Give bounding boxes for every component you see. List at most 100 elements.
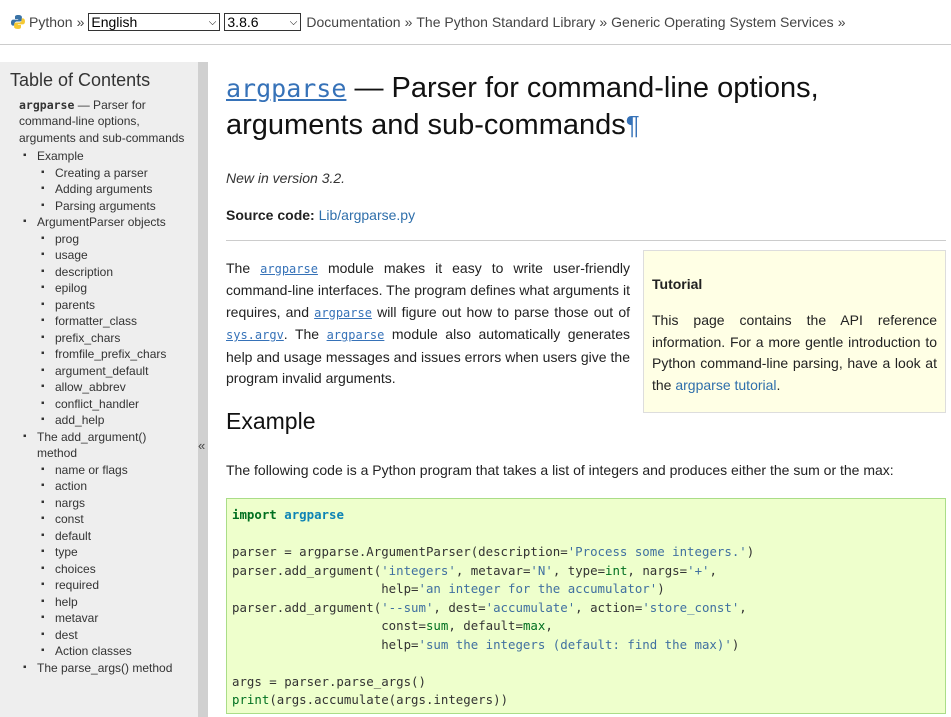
title-module-link[interactable]: argparse: [226, 74, 346, 103]
toc-subitem: epilog: [37, 280, 186, 297]
code-line: parser.add_argument('integers', metavar=…: [232, 562, 717, 578]
toc-link[interactable]: Action classes: [55, 644, 132, 658]
source-code-line: Source code: Lib/argparse.py: [226, 207, 415, 223]
toc-link[interactable]: Adding arguments: [55, 182, 152, 196]
toc-link[interactable]: name or flags: [55, 463, 128, 477]
argparse-ref-link[interactable]: argparse: [260, 262, 318, 276]
sidebar-collapse-button[interactable]: «: [198, 62, 208, 717]
version-note: New in version 3.2.: [226, 170, 346, 186]
toc-link[interactable]: usage: [55, 248, 88, 262]
code-line: args = parser.parse_args(): [232, 673, 426, 689]
toc-link[interactable]: Parsing arguments: [55, 199, 156, 213]
toc-link[interactable]: prog: [55, 232, 79, 246]
toc-link[interactable]: required: [55, 578, 99, 592]
language-select[interactable]: English ⌵: [88, 13, 221, 31]
toc-link[interactable]: dest: [55, 628, 78, 642]
intro-text: will figure out how to parse those out o…: [371, 303, 630, 320]
toc-link[interactable]: parents: [55, 298, 95, 312]
toc-subitem: prefix_chars: [37, 330, 186, 347]
toc-section: The parse_args() method: [10, 660, 186, 677]
page-title: argparse — Parser for command-line optio…: [226, 70, 946, 144]
toc-link[interactable]: formatter_class: [55, 314, 137, 328]
toc-link[interactable]: allow_abbrev: [55, 380, 126, 394]
version-select[interactable]: 3.8.6 ⌵: [224, 13, 302, 31]
toc-link[interactable]: ArgumentParser objects: [37, 215, 166, 229]
toc-link[interactable]: The add_argument() method: [37, 430, 146, 461]
toc-subitem: dest: [37, 627, 186, 644]
tutorial-text: This page contains the API reference inf…: [652, 310, 937, 396]
toc-subitem: fromfile_prefix_chars: [37, 346, 186, 363]
version-select-value: 3.8.6: [227, 14, 259, 30]
code-line: const=sum, default=max,: [232, 618, 553, 633]
code-string: 'N': [530, 562, 553, 578]
toc-section: Example Creating a parser Adding argumen…: [10, 148, 186, 214]
python-home-link[interactable]: Python: [29, 14, 73, 30]
code-string: 'integers': [381, 562, 456, 578]
toc-subitem: metavar: [37, 610, 186, 627]
code-line: help='sum the integers (default: find th…: [232, 636, 740, 652]
example-description: The following code is a Python program t…: [226, 462, 894, 478]
chevron-down-icon: ⌵: [208, 16, 217, 28]
toc-sublist: name or flags action nargs const default…: [37, 462, 186, 660]
divider: [226, 240, 946, 241]
toc-link[interactable]: action: [55, 479, 87, 493]
code-keyword: import: [232, 507, 277, 522]
toc-link[interactable]: Example: [37, 149, 84, 163]
toc-sublist: prog usage description epilog parents fo…: [37, 231, 186, 429]
code-block: import argparse parser = argparse.Argume…: [226, 498, 946, 714]
toc-link[interactable]: default: [55, 529, 91, 543]
toc-link[interactable]: type: [55, 545, 78, 559]
breadcrumb-documentation[interactable]: Documentation: [306, 14, 400, 30]
breadcrumb-separator: »: [404, 14, 413, 30]
toc-subitem: Adding arguments: [37, 181, 186, 198]
breadcrumb-standard-library[interactable]: The Python Standard Library: [416, 14, 595, 30]
code-line: import argparse: [232, 506, 940, 525]
toc-subitem: conflict_handler: [37, 396, 186, 413]
toc-link[interactable]: help: [55, 595, 78, 609]
toc-subitem: type: [37, 544, 186, 561]
toc-subitem: usage: [37, 247, 186, 264]
toc-link[interactable]: metavar: [55, 611, 98, 625]
toc-subitem: action: [37, 478, 186, 495]
toc-subitem: const: [37, 511, 186, 528]
source-code-label: Source code:: [226, 207, 315, 223]
source-code-link[interactable]: Lib/argparse.py: [319, 207, 416, 223]
toc-sublist: Creating a parser Adding arguments Parsi…: [37, 165, 186, 215]
toc-link[interactable]: choices: [55, 562, 96, 576]
code-string: '+': [687, 562, 710, 578]
toc-subitem: choices: [37, 561, 186, 578]
permalink-icon[interactable]: ¶: [626, 110, 640, 140]
toc-link[interactable]: conflict_handler: [55, 397, 139, 411]
code-string: 'accumulate': [485, 599, 576, 615]
toc-link[interactable]: prefix_chars: [55, 331, 120, 345]
toc-list: Example Creating a parser Adding argumen…: [10, 148, 186, 676]
toc-top-module: argparse: [19, 97, 75, 112]
toc-link[interactable]: argument_default: [55, 364, 148, 378]
toc-link[interactable]: nargs: [55, 496, 85, 510]
breadcrumb-separator: »: [837, 14, 846, 30]
sys-argv-link[interactable]: sys.argv: [226, 328, 284, 342]
tutorial-sidebar-box: Tutorial This page contains the API refe…: [643, 250, 946, 413]
toc-subitem: allow_abbrev: [37, 379, 186, 396]
toc-link[interactable]: The parse_args() method: [37, 661, 172, 675]
argparse-ref-link[interactable]: argparse: [314, 306, 372, 320]
toc-subitem: prog: [37, 231, 186, 248]
breadcrumb-generic-os-services[interactable]: Generic Operating System Services: [611, 14, 834, 30]
collapse-icon: «: [198, 438, 206, 453]
toc-link[interactable]: fromfile_prefix_chars: [55, 347, 166, 361]
tutorial-end: .: [776, 376, 781, 393]
toc-subitem: Parsing arguments: [37, 198, 186, 215]
argparse-ref-link[interactable]: argparse: [327, 328, 385, 342]
toc-top-link[interactable]: argparse — Parser for command-line optio…: [10, 97, 186, 147]
top-navigation-bar: Python » English ⌵ 3.8.6 ⌵ Documentation…: [0, 0, 951, 45]
toc-section: The add_argument() method name or flags …: [10, 429, 186, 660]
argparse-tutorial-link[interactable]: argparse tutorial: [675, 377, 776, 393]
toc-link[interactable]: epilog: [55, 281, 87, 295]
toc-link[interactable]: const: [55, 512, 84, 526]
toc-subitem: argument_default: [37, 363, 186, 380]
toc-link[interactable]: description: [55, 265, 113, 279]
toc-link[interactable]: Creating a parser: [55, 166, 148, 180]
toc-link[interactable]: add_help: [55, 413, 104, 427]
